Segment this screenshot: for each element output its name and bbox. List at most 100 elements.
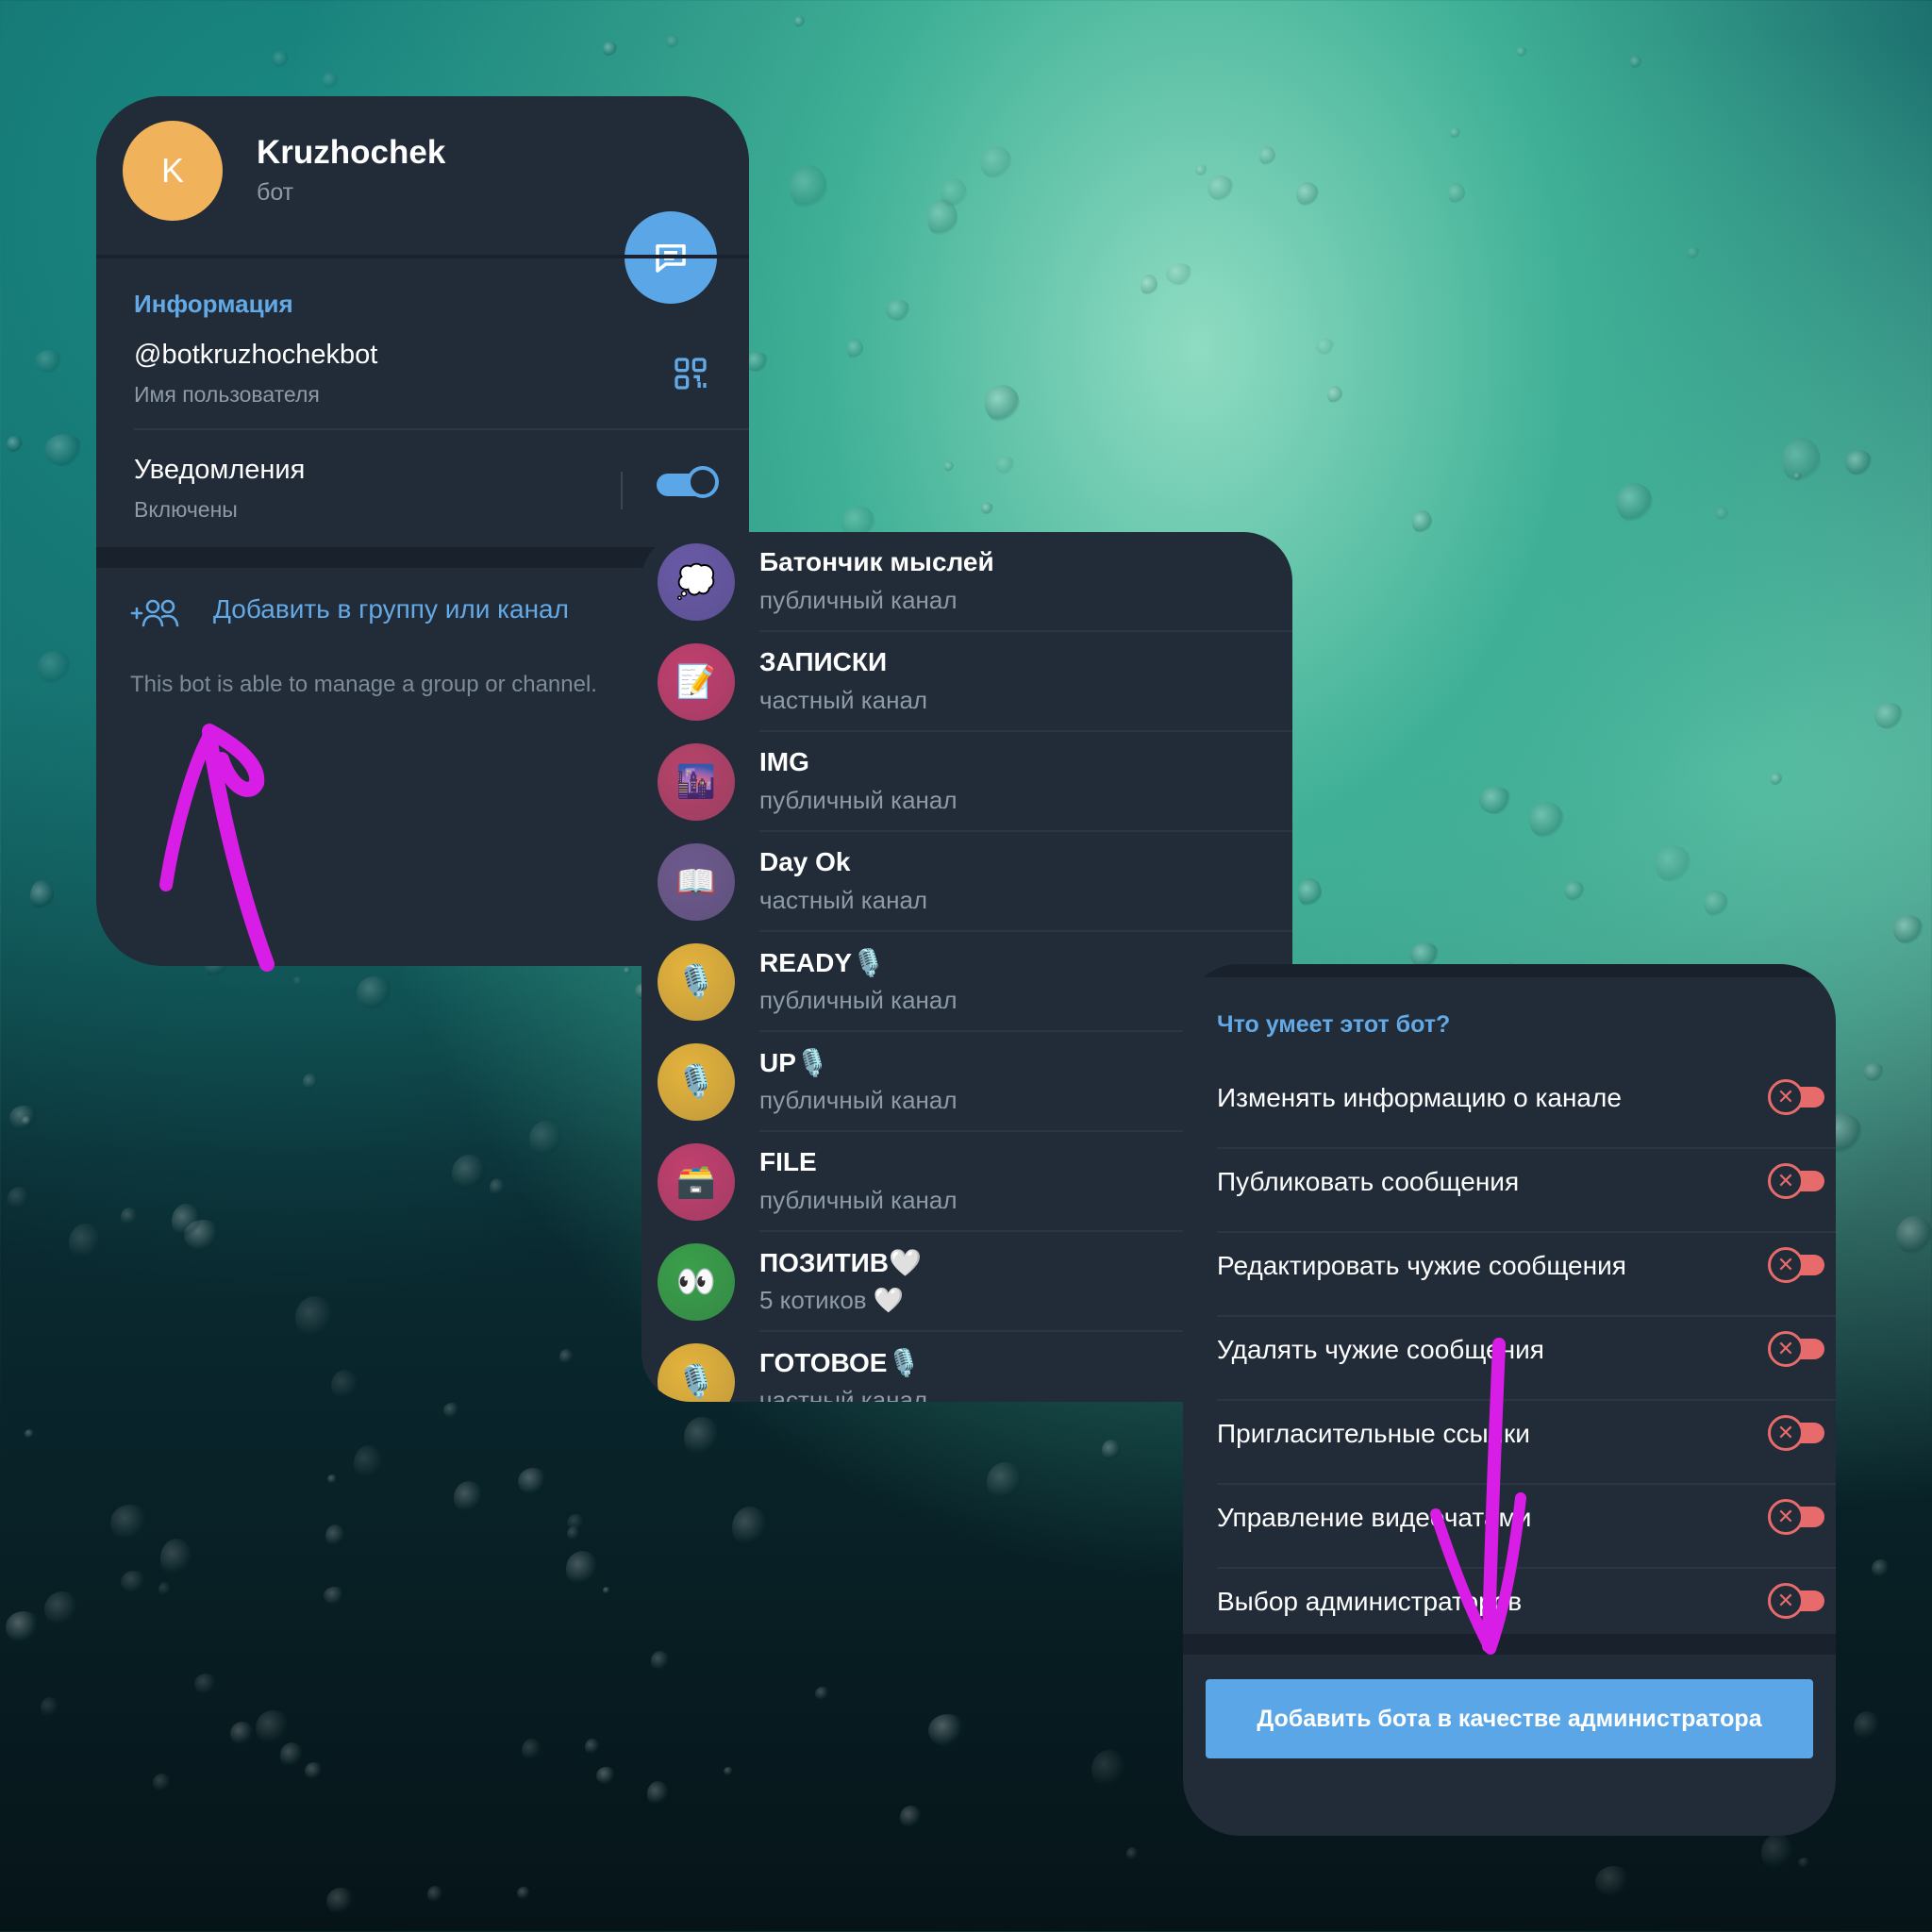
- channel-title: FILE: [759, 1147, 817, 1176]
- raindrop: [1844, 450, 1874, 475]
- raindrop: [44, 434, 85, 466]
- channel-title: ЗАПИСКИ: [759, 647, 888, 676]
- permission-toggle[interactable]: ✕: [1768, 1079, 1824, 1115]
- raindrop: [1515, 46, 1528, 57]
- divider: [96, 255, 749, 258]
- raindrop: [159, 1538, 193, 1579]
- permission-label: Публиковать сообщения: [1217, 1167, 1520, 1196]
- raindrop: [37, 651, 73, 684]
- divider: [1217, 1147, 1836, 1149]
- raindrop: [596, 1766, 617, 1786]
- channel-title: UP🎙️: [759, 1048, 829, 1077]
- channel-subtitle: публичный канал: [759, 1186, 958, 1214]
- raindrop: [566, 1513, 587, 1532]
- raindrop: [24, 1429, 36, 1439]
- channel-subtitle: частный канал: [759, 1386, 928, 1402]
- raindrop: [452, 1155, 489, 1192]
- permission-toggle[interactable]: ✕: [1768, 1163, 1824, 1199]
- raindrop: [516, 1887, 532, 1900]
- permission-toggle[interactable]: ✕: [1768, 1499, 1824, 1535]
- raindrop: [1316, 339, 1335, 355]
- permission-row[interactable]: Изменять информацию о канале ✕: [1217, 1066, 1836, 1149]
- channel-item[interactable]: 💭 Батончик мыслей публичный канал: [641, 532, 1292, 632]
- permission-row[interactable]: Управление видеочатами ✕: [1217, 1486, 1836, 1569]
- info-section-title: Информация: [134, 290, 293, 318]
- raindrop: [1895, 1216, 1932, 1257]
- divider: [134, 428, 749, 430]
- raindrop: [979, 145, 1012, 179]
- raindrop: [193, 1673, 219, 1696]
- raindrop: [69, 1224, 103, 1262]
- raindrop: [171, 1203, 200, 1240]
- raindrop: [7, 1186, 31, 1211]
- raindrop: [789, 164, 827, 211]
- raindrop: [1449, 127, 1461, 140]
- raindrop: [34, 349, 64, 374]
- raindrop: [443, 1402, 460, 1419]
- close-icon: ✕: [1768, 1331, 1804, 1367]
- raindrop: [521, 1738, 541, 1762]
- close-icon: ✕: [1768, 1415, 1804, 1451]
- divider: [1217, 1483, 1836, 1485]
- raindrop: [1793, 473, 1803, 480]
- raindrop: [121, 1570, 148, 1594]
- permission-toggle[interactable]: ✕: [1768, 1415, 1824, 1451]
- permission-row[interactable]: Редактировать чужие сообщения ✕: [1217, 1234, 1836, 1317]
- raindrop: [1703, 891, 1729, 918]
- permission-row[interactable]: Пригласительные ссылки ✕: [1217, 1402, 1836, 1485]
- permission-label: Управление видеочатами: [1217, 1503, 1532, 1532]
- raindrop: [941, 177, 968, 208]
- raindrop: [1298, 877, 1323, 908]
- raindrop: [1687, 247, 1701, 259]
- permission-row[interactable]: Удалять чужие сообщения ✕: [1217, 1318, 1836, 1401]
- channel-avatar: 📝: [658, 643, 735, 721]
- close-icon: ✕: [1768, 1583, 1804, 1619]
- raindrop: [230, 1721, 256, 1747]
- raindrop: [1528, 801, 1564, 840]
- raindrop: [330, 1369, 359, 1403]
- add-admin-button[interactable]: Добавить бота в качестве администратора: [1206, 1679, 1813, 1758]
- raindrop: [602, 1587, 610, 1594]
- raindrop: [927, 199, 958, 238]
- username-value[interactable]: @botkruzhochekbot: [134, 340, 377, 371]
- permission-label: Изменять информацию о канале: [1217, 1083, 1622, 1112]
- raindrop: [1771, 773, 1782, 786]
- raindrop: [6, 435, 24, 454]
- add-to-group-button[interactable]: [130, 594, 183, 632]
- channel-subtitle: частный канал: [759, 886, 928, 914]
- raindrop: [280, 1742, 305, 1770]
- permission-toggle[interactable]: ✕: [1768, 1583, 1824, 1619]
- permission-toggle[interactable]: ✕: [1768, 1331, 1824, 1367]
- raindrop: [1760, 1833, 1795, 1874]
- raindrop: [528, 1121, 562, 1159]
- channel-subtitle: 5 котиков 🤍: [759, 1286, 905, 1314]
- raindrop: [183, 1219, 223, 1252]
- permission-row[interactable]: Публиковать сообщения ✕: [1217, 1150, 1836, 1233]
- raindrop: [814, 1687, 830, 1701]
- permission-toggle[interactable]: ✕: [1768, 1247, 1824, 1283]
- avatar[interactable]: K: [123, 121, 223, 221]
- raindrop: [1194, 165, 1208, 176]
- bot-name: Kruzhochek: [257, 134, 446, 171]
- raindrop: [1295, 182, 1319, 208]
- channel-subtitle: публичный канал: [759, 786, 958, 814]
- channel-item[interactable]: 📖 Day Ok частный канал: [641, 832, 1292, 932]
- raindrop: [1166, 263, 1193, 286]
- raindrop: [666, 35, 679, 50]
- qr-code-icon[interactable]: [672, 355, 709, 397]
- raindrop: [1862, 1062, 1885, 1081]
- raindrop: [158, 1581, 172, 1598]
- raindrop: [1716, 506, 1728, 521]
- channel-item[interactable]: 🌆 IMG публичный канал: [641, 732, 1292, 832]
- divider: [1217, 1567, 1836, 1569]
- raindrop: [684, 1417, 721, 1458]
- notifications-toggle[interactable]: [657, 466, 719, 498]
- channel-item[interactable]: 📝 ЗАПИСКИ частный канал: [641, 632, 1292, 732]
- divider: [621, 472, 623, 509]
- add-to-group-label[interactable]: Добавить в группу или канал: [213, 594, 569, 625]
- raindrop: [984, 385, 1020, 423]
- bot-description: This bot is able to manage a group or ch…: [130, 672, 597, 697]
- raindrop: [29, 880, 54, 911]
- raindrop: [44, 1591, 80, 1628]
- channel-avatar: 👀: [658, 1243, 735, 1321]
